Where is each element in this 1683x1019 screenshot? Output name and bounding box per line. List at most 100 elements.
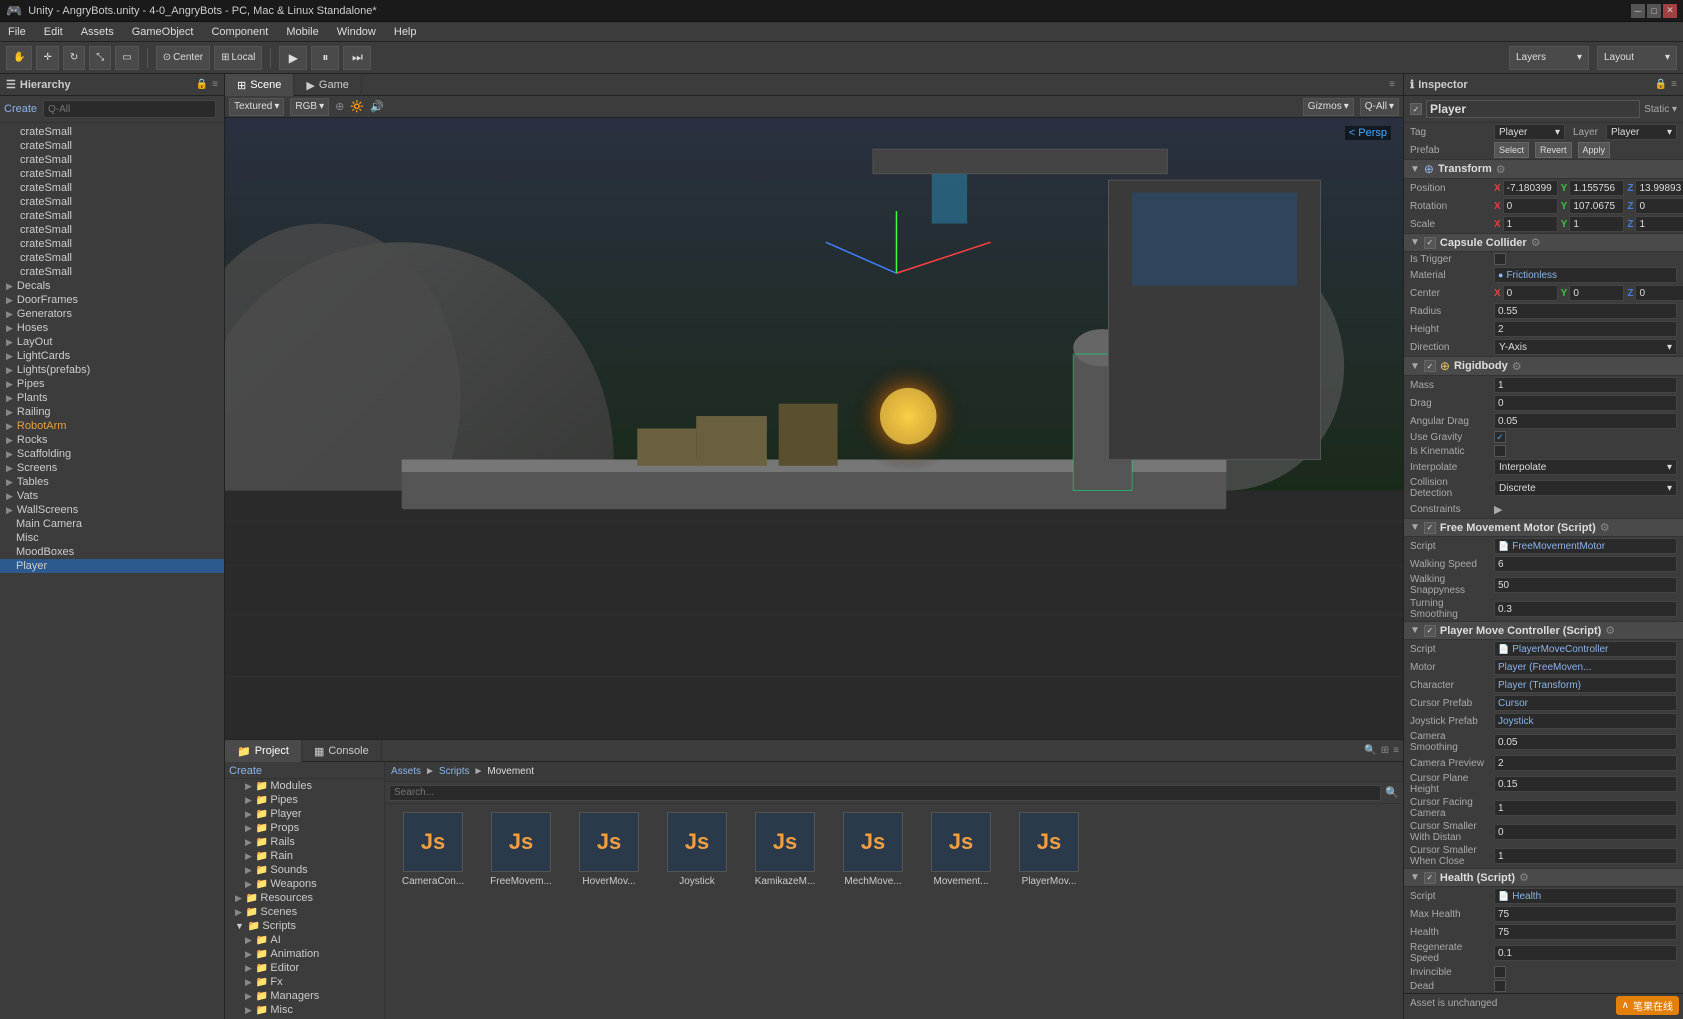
turning-smoothing-input[interactable] [1494,601,1677,617]
constraints-expand-icon[interactable]: ▶ [1494,503,1502,516]
file-item-freemovement[interactable]: Js FreeMovem... [481,812,561,887]
list-item[interactable]: ▶Plants [0,391,224,405]
move-tool-button[interactable]: ✛ [36,46,58,70]
menu-assets[interactable]: Assets [77,26,118,38]
file-item-cameracontroller[interactable]: Js CameraCon... [393,812,473,887]
tab-game[interactable]: ▶ Game [294,74,361,96]
close-button[interactable]: ✕ [1663,4,1677,18]
material-ref[interactable]: ● Frictionless [1494,267,1677,283]
menu-mobile[interactable]: Mobile [282,26,322,38]
tree-item[interactable]: ▶📁 Scenes [225,905,384,919]
tree-item-scripts[interactable]: ▼📁 Scripts [225,919,384,933]
rot-z-input[interactable] [1635,198,1683,214]
tree-item[interactable]: ▶📁 Misc [225,1003,384,1017]
hand-tool-button[interactable]: ✋ [6,46,32,70]
player-name-field[interactable] [1426,100,1640,118]
file-item-mechmove[interactable]: Js MechMove... [833,812,913,887]
rgb-dropdown[interactable]: RGB ▾ [290,98,329,116]
radius-input[interactable] [1494,303,1677,319]
menu-window[interactable]: Window [333,26,380,38]
project-icon-1[interactable]: 🔍 [1364,745,1376,756]
cursor-prefab-ref[interactable]: Cursor [1494,695,1677,711]
tree-item[interactable]: ▶📁 Pipes [225,793,384,807]
list-item[interactable]: crateSmall [0,181,224,195]
list-item[interactable]: ▶DoorFrames [0,293,224,307]
cursor-facing-input[interactable] [1494,800,1677,816]
list-item[interactable]: crateSmall [0,125,224,139]
rot-x-field[interactable]: X [1494,198,1558,214]
center-y[interactable]: Y [1561,285,1625,301]
tree-item[interactable]: ▶📁 AI [225,933,384,947]
player-move-controller-section[interactable]: ▼ ✓ Player Move Controller (Script) ⚙ [1404,621,1683,640]
scene-panel-menu[interactable]: ≡ [1381,74,1403,95]
pmc-character-ref[interactable]: Player (Transform) [1494,677,1677,693]
gizmos-dropdown[interactable]: Gizmos ▾ [1303,98,1354,116]
list-item[interactable]: ▶Screens [0,461,224,475]
project-search-input[interactable] [389,785,1381,801]
pos-z-input[interactable] [1635,180,1683,196]
prefab-revert-button[interactable]: Revert [1535,142,1572,158]
collision-detection-dropdown[interactable]: Discrete ▾ [1494,480,1677,496]
list-item[interactable]: ▶Lights(prefabs) [0,363,224,377]
list-item[interactable]: crateSmall [0,195,224,209]
tree-item[interactable]: ▶📁 Editor [225,961,384,975]
hierarchy-search-input[interactable] [43,100,216,118]
play-button[interactable]: ▶ [279,46,307,70]
prefab-select-button[interactable]: Select [1494,142,1529,158]
tab-scene[interactable]: ⊞ Scene [225,74,294,96]
capsule-gear-button[interactable]: ⚙ [1531,236,1541,249]
list-item[interactable]: Misc [0,531,224,545]
prefab-apply-button[interactable]: Apply [1578,142,1611,158]
rigidbody-gear-button[interactable]: ⚙ [1512,360,1522,373]
health-active-checkbox[interactable]: ✓ [1424,872,1436,884]
list-item[interactable]: crateSmall [0,223,224,237]
pos-z-field[interactable]: Z [1627,180,1683,196]
fmm-gear-button[interactable]: ⚙ [1600,521,1610,534]
scale-y-input[interactable] [1569,216,1624,232]
cursor-smaller-dist-input[interactable] [1494,824,1677,840]
inspector-menu-icon[interactable]: ≡ [1671,79,1677,90]
step-button[interactable]: ⏭ [343,46,371,70]
health-script-ref[interactable]: 📄 Health [1494,888,1677,904]
free-movement-section[interactable]: ▼ ✓ Free Movement Motor (Script) ⚙ [1404,518,1683,537]
tree-item[interactable]: ▶📁 Managers [225,989,384,1003]
breadcrumb-movement[interactable]: Movement [487,766,534,777]
tree-item-sounds[interactable]: ▶📁 Sounds [225,863,384,877]
hierarchy-menu-icon[interactable]: ≡ [212,79,218,90]
scale-z-input[interactable] [1635,216,1683,232]
list-item[interactable]: ▶Generators [0,307,224,321]
list-item[interactable]: ▶LayOut [0,335,224,349]
list-item[interactable]: ▶LightCards [0,349,224,363]
list-item[interactable]: ▶Rocks [0,433,224,447]
tree-item[interactable]: ▶📁 Rails [225,835,384,849]
pos-y-input[interactable] [1569,180,1624,196]
height-input[interactable] [1494,321,1677,337]
space-toggle-button[interactable]: ⊞ Local [214,46,262,70]
rot-y-field[interactable]: Y [1561,198,1625,214]
shading-mode-dropdown[interactable]: Textured ▾ [229,98,284,116]
rot-z-field[interactable]: Z [1627,198,1683,214]
camera-preview-input[interactable] [1494,755,1677,771]
list-item[interactable]: ▶RobotArm [0,419,224,433]
menu-file[interactable]: File [4,26,30,38]
gizmos-all-dropdown[interactable]: Q-All ▾ [1360,98,1399,116]
center-x-input[interactable] [1503,285,1558,301]
project-create-button[interactable]: Create [229,765,262,777]
tab-console[interactable]: ▦ Console [302,740,382,762]
pos-x-input[interactable] [1503,180,1558,196]
interpolate-dropdown[interactable]: Interpolate ▾ [1494,459,1677,475]
rect-tool-button[interactable]: ▭ [115,46,138,70]
list-item[interactable]: crateSmall [0,251,224,265]
tree-item[interactable]: ▶📁 Animation [225,947,384,961]
pmc-active-checkbox[interactable]: ✓ [1424,625,1436,637]
minimize-button[interactable]: ─ [1631,4,1645,18]
maximize-button[interactable]: □ [1647,4,1661,18]
rot-x-input[interactable] [1503,198,1558,214]
is-kinematic-checkbox[interactable] [1494,445,1506,457]
menu-help[interactable]: Help [390,26,421,38]
pos-x-field[interactable]: X [1494,180,1558,196]
list-item[interactable]: ▶Railing [0,405,224,419]
use-gravity-checkbox[interactable]: ✓ [1494,431,1506,443]
list-item[interactable]: crateSmall [0,209,224,223]
walking-snappiness-input[interactable] [1494,577,1677,593]
